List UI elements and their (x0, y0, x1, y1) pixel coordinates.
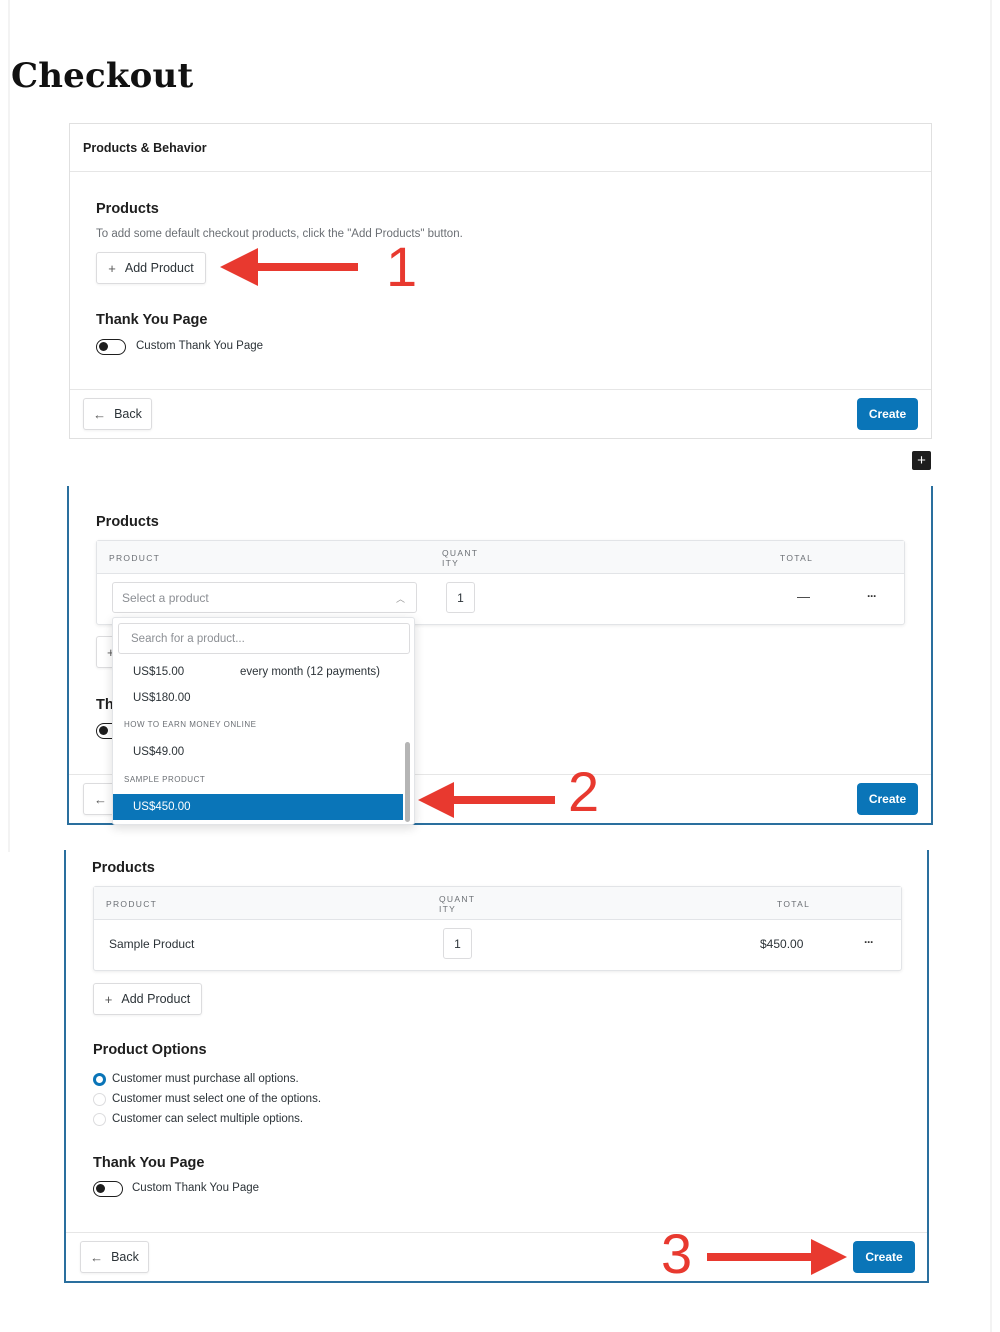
table-row: Sample Product 1 $450.00 ··· (94, 920, 901, 972)
row-product-name: Sample Product (109, 937, 195, 951)
annotation-arrow-1 (220, 248, 358, 286)
radio-select-multiple[interactable] (93, 1113, 106, 1126)
products-heading: Products (92, 860, 155, 876)
radio-label: Customer must purchase all options. (112, 1073, 299, 1085)
arrow-left-icon: ← (93, 406, 107, 422)
toggle-knob (99, 342, 108, 351)
option-billing: every month (12 payments) (240, 666, 380, 678)
toggle-knob (96, 1184, 105, 1193)
chevron-up-icon: ︿ (395, 594, 405, 604)
column-header-total: TOTAL (777, 899, 811, 909)
option-price: US$15.00 (133, 666, 185, 678)
products-heading: Products (96, 201, 159, 217)
card-header: Products & Behavior (70, 124, 931, 172)
arrow-left-icon: ← (94, 791, 107, 807)
table-header: PRODUCT QUANT ITY TOTAL (94, 887, 901, 920)
row-total: $450.00 (760, 937, 804, 951)
product-options-heading: Product Options (93, 1042, 207, 1058)
column-header-quantity: QUANT ITY (442, 548, 479, 568)
dropdown-option[interactable]: US$49.00 (113, 739, 403, 765)
annotation-number-1: 1 (386, 235, 418, 298)
back-button[interactable]: ← Back (80, 1241, 149, 1273)
create-button[interactable]: Create (857, 783, 918, 815)
panel-border-left (64, 850, 66, 1283)
column-header-quantity: QUANT ITY (439, 894, 476, 914)
thank-you-heading: Thank You Page (96, 312, 208, 328)
annotation-number-3: 3 (661, 1222, 693, 1285)
products-panel-selected: Products PRODUCT QUANT ITY TOTAL Sample … (64, 850, 929, 1283)
card-header-title: Products & Behavior (83, 141, 207, 155)
custom-thank-you-toggle[interactable] (93, 1181, 123, 1197)
create-label: Create (868, 792, 907, 806)
column-header-product: PRODUCT (109, 553, 161, 563)
custom-thank-you-toggle[interactable] (96, 339, 126, 355)
row-more-icon[interactable]: ··· (864, 935, 874, 949)
radio-label: Customer must select one of the options. (112, 1093, 322, 1105)
radio-purchase-all[interactable] (93, 1073, 106, 1086)
product-select-placeholder: Select a product (122, 590, 209, 605)
search-placeholder: Search for a product... (131, 632, 245, 645)
annotation-number-2: 2 (568, 760, 600, 823)
custom-thank-you-label: Custom Thank You Page (136, 340, 264, 352)
create-button[interactable]: Create (857, 398, 918, 430)
add-product-button[interactable]: + Add Product (96, 252, 206, 284)
create-button[interactable]: Create (853, 1241, 915, 1273)
table-header: PRODUCT QUANT ITY TOTAL (97, 541, 904, 574)
plus-icon: + (917, 452, 926, 469)
add-product-label: Add Product (121, 992, 191, 1006)
plus-icon: + (108, 260, 116, 276)
row-more-icon[interactable]: ··· (867, 589, 877, 603)
dropdown-option[interactable]: US$180.00 (113, 685, 403, 711)
page-edge-right (990, 0, 992, 1332)
create-label: Create (865, 1250, 903, 1264)
product-search-input[interactable]: Search for a product... (118, 623, 410, 654)
option-price: US$450.00 (133, 801, 191, 813)
dropdown-group-label: SAMPLE PRODUCT (124, 775, 206, 784)
back-button[interactable]: ← Back (83, 398, 152, 430)
products-heading: Products (96, 514, 159, 530)
footer-divider (66, 1232, 927, 1233)
quantity-input[interactable]: 1 (443, 928, 472, 959)
add-product-button[interactable]: + Add Product (93, 983, 202, 1015)
plus-icon: + (104, 991, 113, 1007)
toggle-knob (99, 726, 108, 735)
column-header-product: PRODUCT (106, 899, 158, 909)
column-header-total: TOTAL (780, 553, 814, 563)
arrow-left-icon: ← (90, 1249, 104, 1265)
dropdown-option-selected[interactable]: US$450.00 (113, 794, 403, 820)
dropdown-option[interactable]: US$15.00 every month (12 payments) (113, 659, 403, 685)
quantity-input[interactable]: 1 (446, 582, 475, 613)
create-label: Create (868, 407, 907, 421)
add-block-button[interactable]: + (912, 451, 931, 470)
products-table: PRODUCT QUANT ITY TOTAL Select a product… (96, 540, 905, 625)
row-total: — (797, 589, 810, 604)
radio-select-one[interactable] (93, 1093, 106, 1106)
custom-thank-you-label: Custom Thank You Page (132, 1182, 260, 1194)
page-edge-left (8, 0, 10, 852)
products-behavior-card: Products & Behavior Products To add some… (69, 123, 932, 439)
thank-you-heading: Thank You Page (93, 1155, 205, 1171)
back-label: Back (111, 1250, 139, 1264)
option-price: US$49.00 (133, 746, 185, 758)
footer-divider (70, 389, 931, 390)
product-dropdown: Search for a product... US$15.00 every m… (112, 617, 415, 825)
radio-label: Customer can select multiple options. (112, 1113, 304, 1125)
add-product-label: Add Product (124, 261, 194, 275)
annotation-arrow-3 (707, 1239, 847, 1275)
back-label: Back (114, 407, 142, 421)
dropdown-group-label: HOW TO EARN MONEY ONLINE (124, 720, 257, 729)
products-table: PRODUCT QUANT ITY TOTAL Sample Product 1… (93, 886, 902, 971)
product-select[interactable]: Select a product ︿ (112, 582, 417, 613)
dropdown-scrollbar[interactable] (405, 742, 410, 822)
annotation-arrow-2 (418, 782, 555, 818)
page-title: Checkout (11, 56, 194, 96)
option-price: US$180.00 (133, 692, 191, 704)
